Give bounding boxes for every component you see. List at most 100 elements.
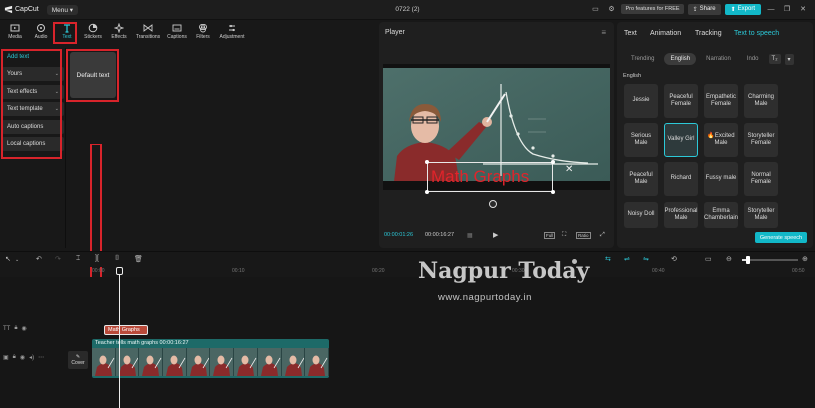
voice-card[interactable]: Storyteller Male [744,202,778,228]
split-icon[interactable]: ⌶ [76,255,80,263]
zoom-slider[interactable] [742,256,798,264]
redo-icon[interactable]: ↷ [55,255,61,263]
voice-card[interactable]: Noisy Doll [624,202,658,228]
playhead-handle[interactable] [116,267,123,275]
full-button[interactable]: Full [544,231,556,239]
chip-english[interactable]: English [664,53,697,65]
tool-transitions[interactable]: Transitions [132,21,164,47]
export-icon: ⬆ [730,6,736,13]
tool-filters[interactable]: Filters [190,21,216,47]
tool-text[interactable]: Text [54,21,80,47]
tab-tracking[interactable]: Tracking [695,30,722,37]
voice-card[interactable]: 🔥Excited Male [704,123,738,157]
lock-icon[interactable]: 🔒︎ [14,325,17,332]
fullscreen-icon[interactable]: ⤢ [600,232,605,239]
pro-features-button[interactable]: Pro features for FREE [621,4,684,14]
sidebar-item-text-effects[interactable]: Text effects ⌄ [2,84,64,99]
resize-handle[interactable] [551,160,555,164]
ruler-tick: 00:20 [372,268,385,274]
zoom-in-icon[interactable]: ⊕ [802,255,808,263]
voice-card[interactable]: Emma Chamberlain [704,202,738,228]
rotate-icon[interactable] [489,200,497,208]
chip-narration[interactable]: Narration [700,53,737,65]
layout-icon[interactable]: ▭ [589,3,601,15]
voice-card[interactable]: Richard [664,162,698,196]
video-thumbnail [281,348,306,376]
delete-icon[interactable]: 🗑 [134,255,143,263]
magnet-icon[interactable]: ⇆ [605,255,611,263]
video-clip[interactable]: Teacher tells math graphs 00:00:16:27 [92,339,329,378]
voice-card-selected[interactable]: Valley Girl [664,123,698,157]
cover-button[interactable]: ✎ Cover [68,351,88,369]
lock-icon[interactable]: 🔒︎ [13,354,16,361]
tab-text-to-speech[interactable]: Text to speech [734,30,779,37]
tool-audio[interactable]: Audio [28,21,54,47]
sidebar-item-yours[interactable]: Yours ⌄ [2,67,64,82]
voice-card[interactable]: Fussy male [704,162,738,196]
text-clip[interactable]: Math Graphs [104,325,148,335]
tab-animation[interactable]: Animation [650,30,681,37]
zoom-slider-knob[interactable] [746,256,750,264]
voice-card[interactable]: Serious Male [624,123,658,157]
tool-effects[interactable]: Effects [106,21,132,47]
voice-card[interactable]: Professional Male [664,202,698,228]
share-button[interactable]: ⇪ Share [687,3,721,15]
close-icon[interactable]: ✕ [797,3,809,15]
snap-icon[interactable]: ⟲ [671,255,677,263]
split-right-icon[interactable]: ⌷ [115,255,119,263]
voice-card[interactable]: Jessie [624,84,658,118]
chevron-down-icon[interactable]: ⌄ [15,257,19,263]
voice-card[interactable]: Charming Male [744,84,778,118]
tool-media[interactable]: Media [2,21,28,47]
ratio-button[interactable]: Ratio [576,231,591,239]
menu-button[interactable]: Menu ▾ [46,4,79,15]
voice-card[interactable]: Empathetic Female [704,84,738,118]
undo-icon[interactable]: ↶ [36,255,42,263]
zoom-out-icon[interactable]: ⊖ [726,255,732,263]
generate-speech-button[interactable]: Generate speech [755,232,807,243]
select-cursor-icon[interactable]: ↖ [5,255,11,263]
voice-card[interactable]: Peaceful Male [624,162,658,196]
grid-icon[interactable]: ▦ [467,232,473,239]
split-left-icon[interactable]: ][ [95,255,99,262]
language-section-label: English [623,73,642,79]
tab-text[interactable]: Text [624,30,637,37]
tool-label: Media [8,34,22,40]
chevron-down-icon[interactable]: ▾ [784,53,794,65]
resize-handle[interactable] [551,190,555,194]
playhead[interactable] [119,267,120,408]
player-menu-icon[interactable]: ≡ [601,28,606,37]
sidebar-item-add-text[interactable]: Add text [2,50,64,64]
sidebar-item-local-captions[interactable]: Local captions [2,136,64,151]
play-icon[interactable]: ▶ [493,231,498,239]
sidebar-item-text-template[interactable]: Text template ⌄ [2,102,64,117]
tool-stickers[interactable]: Stickers [80,21,106,47]
resize-handle[interactable] [425,190,429,194]
preview-axis-icon[interactable]: ⇋ [643,255,649,263]
text-overlay-content[interactable]: Math Graphs [431,167,529,187]
subtitle-icon[interactable]: ▭ [705,255,712,263]
speaker-icon[interactable]: ◂) [29,354,34,361]
settings-icon[interactable]: ⚙ [605,3,617,15]
resize-handle[interactable] [425,160,429,164]
export-button[interactable]: ⬆ Export [724,3,761,15]
translate-icon[interactable]: T₂ [768,54,781,64]
tool-captions[interactable]: Captions [164,21,190,47]
chip-indo[interactable]: Indo [741,53,765,65]
chevron-down-icon: ⌄ [54,71,59,78]
default-text-tile[interactable]: Default text [70,52,116,98]
eye-icon[interactable]: ◉ [22,325,27,332]
sidebar-item-auto-captions[interactable]: Auto captions [2,119,64,134]
minimize-icon[interactable]: — [765,3,777,15]
voice-card[interactable]: Storyteller Female [744,123,778,157]
more-icon[interactable]: ⋯ [38,354,44,361]
eye-icon[interactable]: ◉ [20,354,25,361]
link-icon[interactable]: ⇌ [624,255,630,263]
close-icon[interactable]: ✕ [565,164,573,175]
fit-icon[interactable]: ⛶ [562,232,566,239]
chip-trending[interactable]: Trending [625,53,660,65]
voice-card[interactable]: Normal Female [744,162,778,196]
maximize-icon[interactable]: ❐ [781,3,793,15]
voice-card[interactable]: Peaceful Female [664,84,698,118]
tool-adjustment[interactable]: Adjustment [216,21,248,47]
